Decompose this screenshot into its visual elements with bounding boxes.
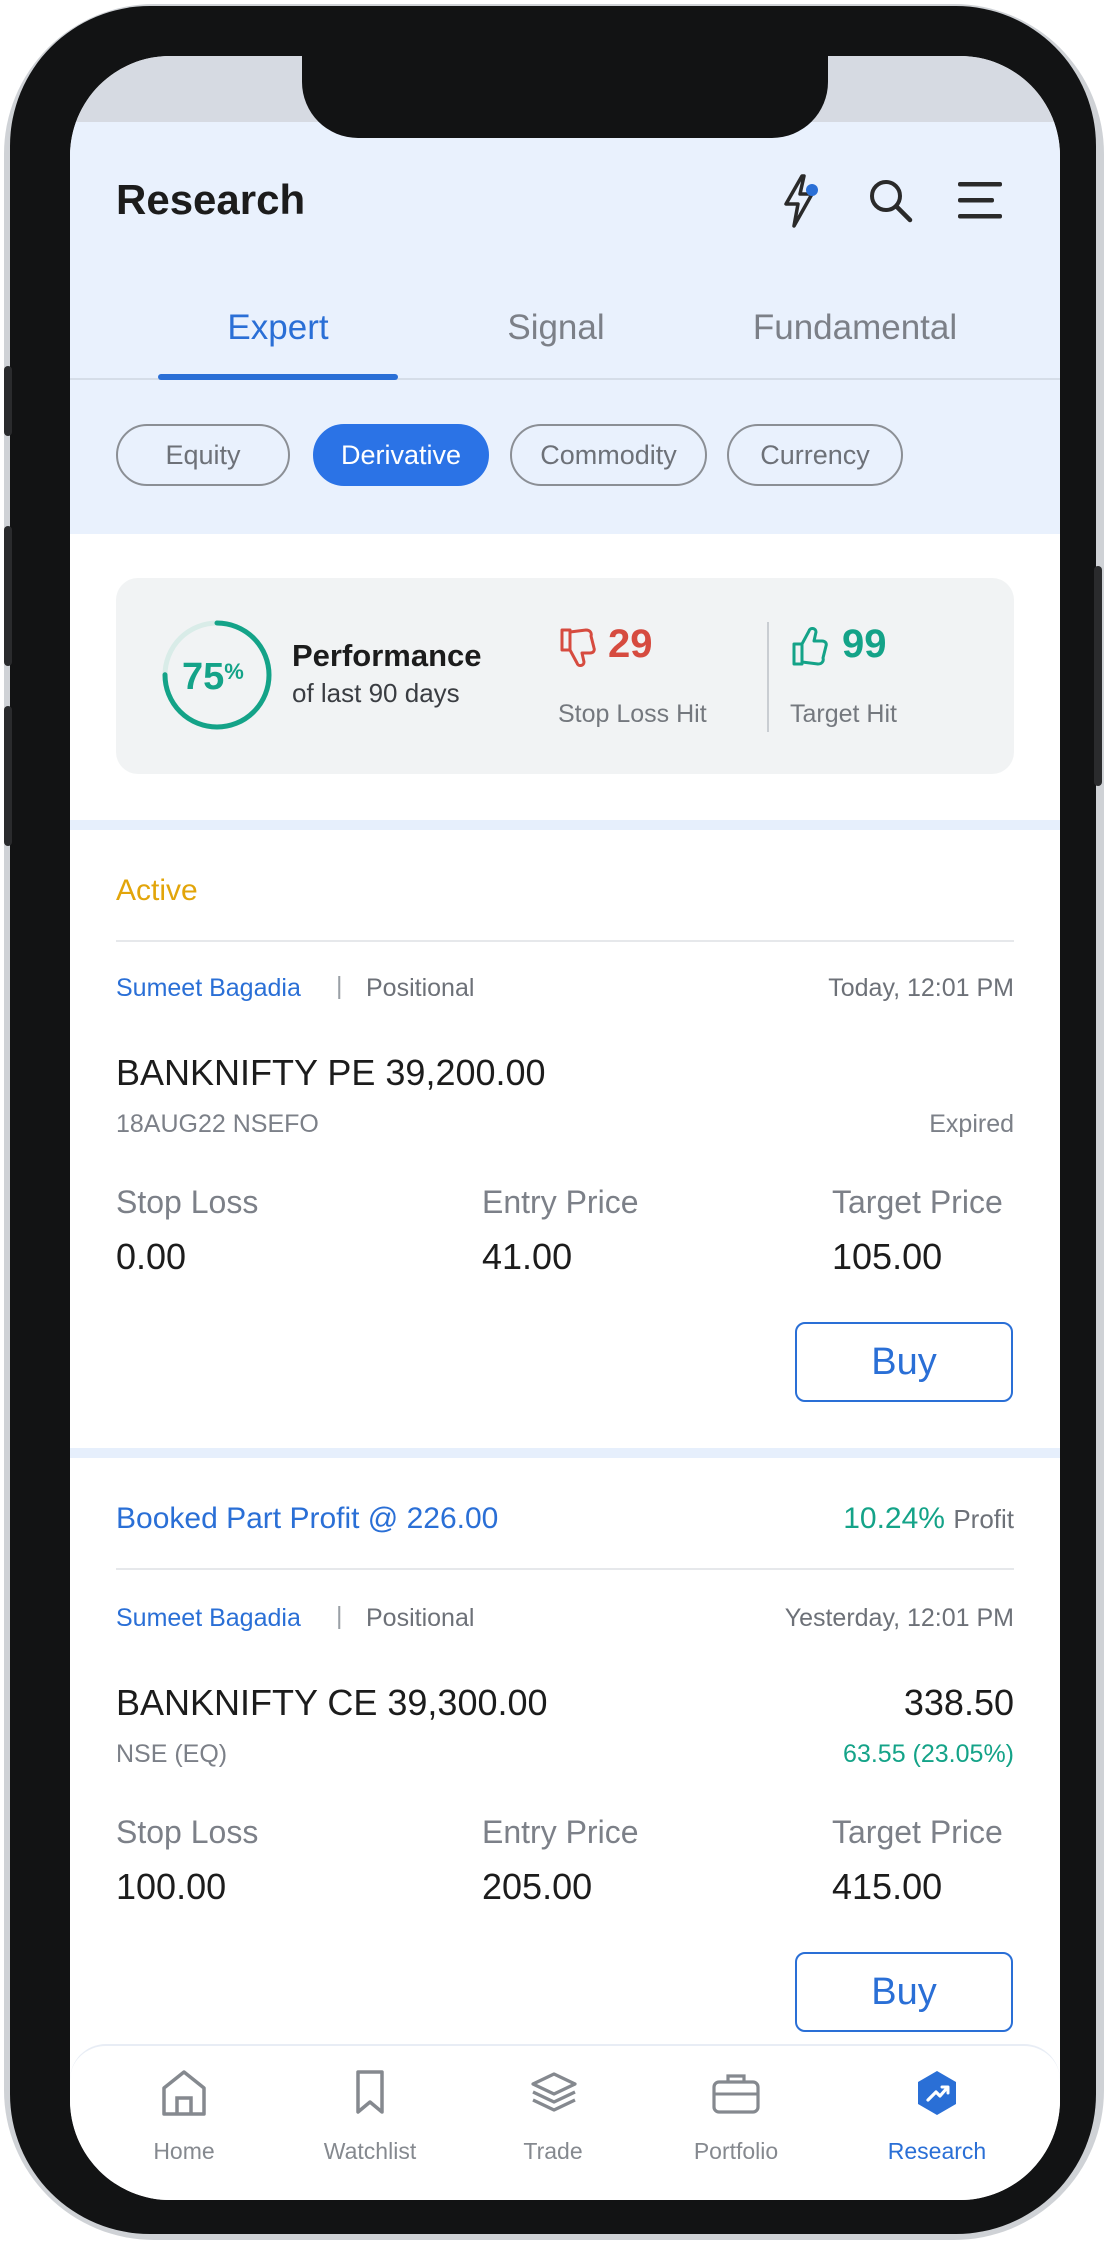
nav-trade[interactable]: Trade [463, 2046, 643, 2166]
nav-portfolio[interactable]: Portfolio [646, 2046, 826, 2166]
target-price-value: 105.00 [832, 1236, 943, 1277]
instrument-name[interactable]: BANKNIFTY PE 39,200.00 [116, 1052, 546, 1094]
stop-loss-value: 0.00 [116, 1236, 187, 1277]
chip-currency[interactable]: Currency [727, 424, 903, 486]
buy-button[interactable]: Buy [795, 1322, 1013, 1402]
mute-switch [4, 366, 12, 436]
nav-label: Portfolio [693, 2138, 779, 2164]
call-type: Positional [366, 1604, 475, 1632]
volume-up-button [4, 526, 12, 666]
thumbs-up-icon [792, 627, 828, 666]
stop-loss-label: Stop Loss Hit [558, 700, 707, 728]
call-time: Yesterday, 12:01 PM [784, 1604, 1014, 1632]
entry-price-value: 205.00 [482, 1866, 593, 1907]
target-price-label: Target Price [832, 1814, 1003, 1850]
entry-price-label: Entry Price [482, 1814, 639, 1850]
stop-loss-value: 100.00 [116, 1866, 227, 1907]
thumbs-down-icon [560, 628, 596, 667]
tab-signal[interactable]: Signal [436, 308, 676, 348]
profit-summary: 10.24% Profit [843, 1502, 1014, 1536]
home-icon [162, 2070, 206, 2116]
target-count: 99 [842, 622, 887, 666]
target-price-value: 415.00 [832, 1866, 943, 1907]
nav-label: Watchlist [323, 2138, 417, 2164]
nav-label: Trade [523, 2138, 583, 2164]
price-change: 63.55 (23.05%) [843, 1740, 1014, 1768]
tab-fundamental[interactable]: Fundamental [710, 308, 1000, 348]
last-traded-price: 338.50 [903, 1682, 1014, 1723]
bottom-nav: Home Watchlist Trade Portfolio Research [70, 2044, 1060, 2200]
performance-percent: 75% [182, 656, 244, 698]
performance-title: Performance [292, 638, 482, 673]
section-divider [70, 1448, 1060, 1458]
volume-down-button [4, 706, 12, 846]
layers-icon [531, 2072, 577, 2112]
briefcase-icon [712, 2074, 760, 2114]
stat-divider [767, 622, 769, 732]
section-divider [70, 820, 1060, 830]
meta-separator: | [336, 972, 343, 1000]
performance-subtitle: of last 90 days [292, 678, 460, 708]
expired-label: Expired [929, 1110, 1014, 1138]
profit-percent: 10.24% [843, 1502, 945, 1535]
power-button [1094, 566, 1102, 786]
stop-loss-label: Stop Loss [116, 1814, 259, 1850]
card-status: Booked Part Profit @ 226.00 [116, 1502, 499, 1535]
profit-label: Profit [953, 1504, 1014, 1534]
menu-icon[interactable] [956, 178, 1006, 224]
chip-equity[interactable]: Equity [116, 424, 290, 486]
app-screen: Research Expert Signal Fundamental Equit… [70, 56, 1060, 2200]
entry-price-label: Entry Price [482, 1184, 639, 1220]
tab-expert[interactable]: Expert [158, 308, 398, 348]
card-status: Active [116, 874, 198, 907]
chip-commodity[interactable]: Commodity [510, 424, 707, 486]
bookmark-icon [356, 2070, 384, 2114]
entry-price-value: 41.00 [482, 1236, 573, 1277]
page-title: Research [116, 176, 306, 223]
call-time: Today, 12:01 PM [828, 974, 1014, 1002]
research-icon [918, 2071, 956, 2115]
analyst-link[interactable]: Sumeet Bagadia [116, 1604, 301, 1633]
analyst-link[interactable]: Sumeet Bagadia [116, 974, 301, 1003]
target-price-label: Target Price [832, 1184, 1003, 1220]
target-label: Target Hit [790, 700, 897, 728]
nav-home[interactable]: Home [94, 2046, 274, 2166]
search-icon[interactable] [866, 176, 916, 226]
nav-watchlist[interactable]: Watchlist [280, 2046, 460, 2166]
flash-icon[interactable] [776, 172, 826, 230]
stop-loss-label: Stop Loss [116, 1184, 259, 1220]
instrument-exchange: 18AUG22 NSEFO [116, 1110, 319, 1138]
instrument-exchange: NSE (EQ) [116, 1740, 228, 1768]
chip-derivative[interactable]: Derivative [313, 424, 489, 486]
nav-label: Home [153, 2138, 215, 2164]
performance-card: 75% Performance of last 90 days 29 Stop … [116, 578, 1014, 774]
tab-active-indicator [158, 374, 398, 380]
notch [302, 56, 828, 138]
instrument-name[interactable]: BANKNIFTY CE 39,300.00 [116, 1682, 548, 1724]
buy-button[interactable]: Buy [795, 1952, 1013, 2032]
call-type: Positional [366, 974, 475, 1002]
nav-label: Research [887, 2138, 987, 2164]
card-divider [116, 940, 1014, 942]
nav-research[interactable]: Research [847, 2046, 1027, 2166]
meta-separator: | [336, 1602, 343, 1630]
phone-frame: Research Expert Signal Fundamental Equit… [4, 6, 1102, 2234]
stop-loss-count: 29 [608, 622, 653, 666]
card-divider [116, 1568, 1014, 1570]
